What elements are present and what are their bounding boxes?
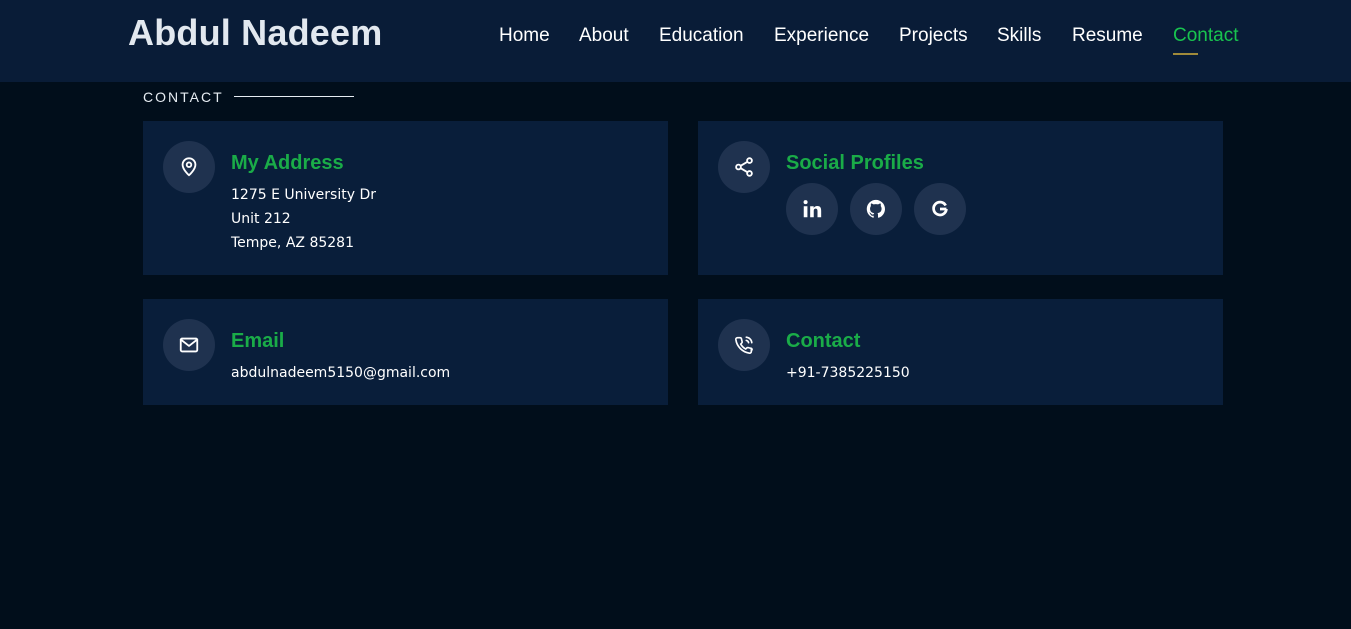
section-title-line (234, 96, 354, 97)
phone-title: Contact (786, 330, 861, 352)
linkedin-button[interactable] (786, 183, 838, 235)
address-line-2: Unit 212 (231, 211, 291, 227)
share-icon (718, 141, 770, 193)
phone-link[interactable]: +91-7385225150 (786, 365, 910, 381)
google-button[interactable] (914, 183, 966, 235)
address-line-1: 1275 E University Dr (231, 187, 376, 203)
nav-home[interactable]: Home (499, 25, 550, 47)
address-card: My Address 1275 E University Dr Unit 212… (143, 121, 668, 275)
linkedin-icon (801, 198, 823, 220)
active-nav-underline (1173, 53, 1198, 55)
map-pin-icon (163, 141, 215, 193)
social-card: Social Profiles (698, 121, 1223, 275)
nav-projects[interactable]: Projects (899, 25, 968, 47)
envelope-icon (163, 319, 215, 371)
social-title: Social Profiles (786, 152, 924, 174)
brand-logo[interactable]: Abdul Nadeem (128, 12, 382, 54)
email-card: Email abdulnadeem5150@gmail.com (143, 299, 668, 405)
site-header: Abdul Nadeem Home About Education Experi… (0, 0, 1351, 82)
nav-resume[interactable]: Resume (1072, 25, 1143, 47)
email-link[interactable]: abdulnadeem5150@gmail.com (231, 365, 450, 381)
email-title: Email (231, 330, 285, 352)
github-button[interactable] (850, 183, 902, 235)
nav-skills[interactable]: Skills (997, 25, 1041, 47)
google-icon (929, 198, 951, 220)
nav-experience[interactable]: Experience (774, 25, 869, 47)
github-icon (865, 198, 887, 220)
nav-about[interactable]: About (579, 25, 629, 47)
nav-contact[interactable]: Contact (1173, 25, 1238, 47)
nav-education[interactable]: Education (659, 25, 744, 47)
phone-card: Contact +91-7385225150 (698, 299, 1223, 405)
phone-call-icon (718, 319, 770, 371)
address-title: My Address (231, 152, 344, 174)
address-line-3: Tempe, AZ 85281 (231, 235, 354, 251)
section-title: CONTACT (143, 89, 224, 105)
